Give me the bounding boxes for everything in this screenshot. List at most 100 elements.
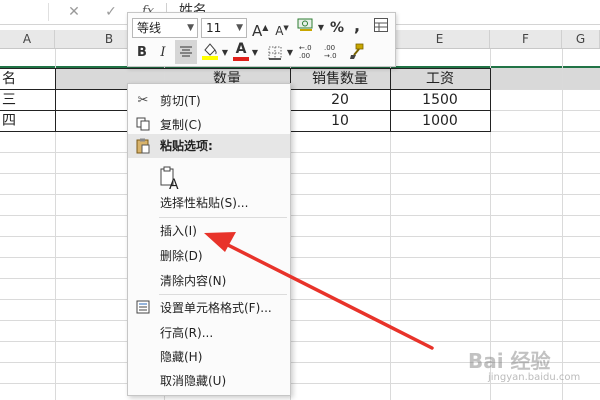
mini-toolbar: 等线 ▼ 11 ▼ A▲ A▼ ▼ % , B I ▼ A ▼ ▼ ←.0 .0… — [127, 12, 396, 67]
cell-a1[interactable]: 名 — [2, 69, 52, 89]
context-menu: ✂ 剪切(T) 复制(C) 粘贴选项: A 选择性粘贴(S)... 插入(I) … — [127, 83, 291, 396]
svg-text:.00: .00 — [324, 44, 335, 52]
menu-item-label: 行高(R)... — [160, 326, 214, 340]
gridline — [0, 236, 600, 237]
accounting-format-icon — [297, 18, 313, 31]
chevron-down-icon: ▼ — [187, 23, 194, 33]
chevron-down-icon[interactable]: ▼ — [221, 42, 229, 64]
format-painter-icon — [350, 43, 364, 59]
menu-item-insert[interactable]: 插入(I) — [128, 219, 290, 243]
font-name-select[interactable]: 等线 ▼ — [132, 18, 198, 38]
table-format-icon — [374, 18, 388, 32]
menu-separator — [159, 217, 287, 218]
font-color-button[interactable]: A — [232, 39, 250, 61]
font-color-icon: A — [235, 41, 247, 57]
paste-option-formatting[interactable]: A — [128, 162, 290, 193]
gridline — [0, 278, 600, 279]
format-painter-button[interactable] — [347, 42, 367, 64]
cell-d1[interactable]: 销售数量 — [290, 69, 390, 89]
table-inner-border — [55, 68, 56, 132]
align-center-icon — [180, 46, 192, 57]
enter-icon[interactable]: ✓ — [103, 0, 119, 24]
format-table-button[interactable] — [371, 17, 391, 39]
clipboard-icon — [135, 138, 151, 154]
chevron-down-icon[interactable]: ▼ — [286, 42, 294, 64]
decrease-decimal-button[interactable]: .00 →.0 — [322, 42, 344, 64]
svg-text:.00: .00 — [299, 52, 310, 60]
font-size-select[interactable]: 11 ▼ — [201, 18, 247, 38]
formula-bar-divider — [48, 3, 49, 21]
chevron-down-icon: ▼ — [236, 23, 243, 33]
svg-text:←.0: ←.0 — [299, 44, 312, 52]
percent-style-button[interactable]: % — [328, 17, 346, 39]
borders-icon — [268, 46, 282, 60]
paste-icon-letter: A — [169, 177, 179, 191]
menu-item-label: 设置单元格格式(F)... — [160, 301, 272, 315]
increase-font-size-button[interactable]: A▲ — [252, 17, 268, 40]
cell-e3[interactable]: 1000 — [390, 111, 490, 131]
gridline — [0, 383, 600, 384]
menu-separator — [159, 294, 287, 295]
scissors-icon: ✂ — [137, 93, 149, 108]
cell-d3[interactable]: 10 — [290, 111, 390, 131]
column-header-e[interactable]: E — [390, 30, 490, 48]
format-cells-icon — [135, 300, 151, 316]
chevron-down-icon[interactable]: ▼ — [317, 17, 325, 39]
gridline — [562, 49, 563, 400]
paste-options-label: 粘贴选项: — [160, 139, 213, 153]
menu-item-label: 清除内容(N) — [160, 274, 227, 288]
cell-e2[interactable]: 1500 — [390, 90, 490, 110]
cancel-icon[interactable]: ✕ — [66, 0, 82, 24]
menu-item-label: 剪切(T) — [160, 94, 201, 108]
chevron-down-icon[interactable]: ▼ — [251, 42, 259, 64]
decrease-font-size-button[interactable]: A▼ — [274, 17, 290, 39]
center-align-button[interactable] — [175, 40, 197, 64]
menu-item-unhide[interactable]: 取消隐藏(U) — [128, 369, 290, 393]
menu-item-label: 选择性粘贴(S)... — [160, 196, 249, 210]
gridline — [0, 320, 600, 321]
gridline — [0, 173, 600, 174]
cell-d2[interactable]: 20 — [290, 90, 390, 110]
menu-item-format-cells[interactable]: 设置单元格格式(F)... — [128, 296, 290, 320]
svg-text:→.0: →.0 — [324, 52, 337, 60]
paste-options-header: 粘贴选项: — [128, 134, 290, 158]
cell-a3[interactable]: 四 — [2, 111, 52, 131]
font-color-swatch — [233, 57, 249, 61]
comma-style-button[interactable]: , — [350, 15, 364, 37]
gridline — [0, 341, 600, 342]
menu-item-row-height[interactable]: 行高(R)... — [128, 321, 290, 345]
menu-item-label: 隐藏(H) — [160, 350, 203, 364]
menu-item-hide[interactable]: 隐藏(H) — [128, 345, 290, 369]
menu-item-label: 取消隐藏(U) — [160, 374, 227, 388]
paint-bucket-icon — [202, 43, 218, 60]
gridline — [0, 152, 600, 153]
italic-button[interactable]: I — [155, 42, 171, 64]
watermark-logo: Bai 经验 — [468, 349, 551, 373]
menu-item-delete[interactable]: 删除(D) — [128, 244, 290, 268]
grow-font-icon: A — [252, 22, 263, 40]
menu-item-clear-contents[interactable]: 清除内容(N) — [128, 269, 290, 293]
menu-item-cut[interactable]: ✂ 剪切(T) — [128, 89, 290, 113]
gridline — [0, 299, 600, 300]
decrease-decimal-icon: .00 →.0 — [324, 44, 337, 60]
bold-button[interactable]: B — [134, 42, 150, 64]
gridline — [0, 194, 600, 195]
column-header-a[interactable]: A — [0, 30, 55, 48]
borders-button[interactable] — [265, 42, 285, 64]
increase-decimal-button[interactable]: ←.0 .00 — [297, 42, 319, 64]
column-header-f[interactable]: F — [490, 30, 562, 48]
menu-item-paste-special[interactable]: 选择性粘贴(S)... — [128, 191, 290, 215]
menu-item-label: 插入(I) — [160, 224, 197, 238]
increase-decimal-icon: ←.0 .00 — [299, 44, 312, 60]
number-format-button[interactable] — [294, 17, 318, 39]
copy-icon — [135, 117, 151, 133]
gridline — [0, 257, 600, 258]
font-size-value: 11 — [206, 21, 222, 35]
font-name-value: 等线 — [137, 21, 162, 35]
cell-a2[interactable]: 三 — [2, 90, 52, 110]
fill-color-button[interactable] — [200, 41, 220, 63]
gridline — [0, 215, 600, 216]
menu-item-label: 删除(D) — [160, 249, 203, 263]
cell-e1[interactable]: 工资 — [390, 69, 490, 89]
column-header-g[interactable]: G — [562, 30, 600, 48]
